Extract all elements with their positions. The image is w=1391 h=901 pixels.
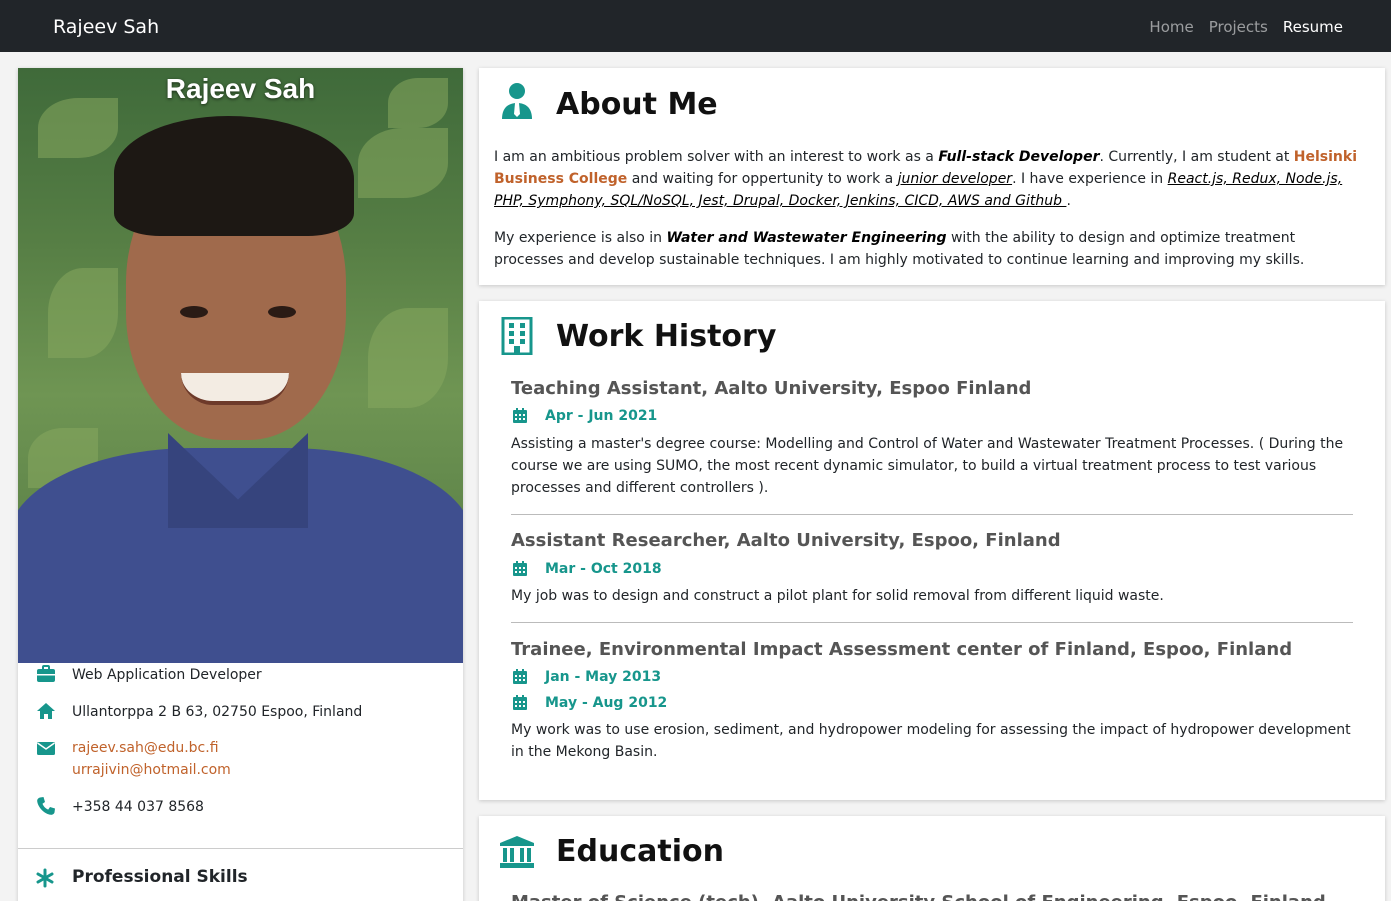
calendar-icon	[513, 695, 527, 710]
phone-row: +358 44 037 8568	[18, 796, 463, 820]
brand-link[interactable]: Rajeev Sah	[53, 15, 159, 39]
email-secondary-link[interactable]: urrajivin@hotmail.com	[72, 759, 231, 781]
home-icon	[37, 703, 55, 719]
job-description: My job was to design and construct a pil…	[511, 588, 1164, 604]
email-primary-link[interactable]: rajeev.sah@edu.bc.fi	[72, 737, 219, 759]
email-row: rajeev.sah@edu.bc.fi urrajivin@hotmail.c…	[18, 736, 463, 782]
about-text-2: . Currently, I am student at	[1099, 149, 1294, 165]
nav-projects-link[interactable]: Projects	[1209, 17, 1268, 37]
profile-card: Rajeev Sah Web Application Developer Ull…	[18, 68, 463, 901]
about-text-1: I am an ambitious problem solver with an…	[494, 149, 939, 165]
about-card: About Me I am an ambitious problem solve…	[479, 68, 1385, 285]
work-history-title: Work History	[556, 319, 777, 354]
about-paragraph-2: My experience is also in Water and Waste…	[494, 227, 1364, 271]
work-history-card: Work History Teaching Assistant, Aalto U…	[479, 301, 1385, 800]
calendar-icon	[513, 408, 527, 423]
education-entry-title: Master of Science (tech), Aalto Universi…	[511, 892, 1326, 901]
job-date-text: Apr - Jun 2021	[545, 408, 658, 424]
top-navbar: Rajeev Sah Home Projects Resume	[0, 0, 1391, 52]
profile-divider	[18, 848, 463, 849]
about-text-5: .	[1066, 193, 1071, 209]
education-title: Education	[556, 834, 724, 869]
calendar-icon	[513, 561, 527, 576]
about-text-3: and waiting for oppertunity to work a	[627, 171, 898, 187]
job-description: Assisting a master's degree course: Mode…	[511, 436, 1344, 496]
job-title: Assistant Researcher, Aalto University, …	[511, 530, 1061, 551]
calendar-icon	[513, 669, 527, 684]
profile-photo: Rajeev Sah	[18, 68, 463, 663]
nav-home-link[interactable]: Home	[1149, 17, 1193, 37]
job-date-text: May - Aug 2012	[545, 695, 668, 711]
university-icon	[500, 836, 534, 868]
job-title: Trainee, Environmental Impact Assessment…	[511, 639, 1293, 660]
skills-heading: Professional Skills	[72, 867, 248, 887]
user-tie-icon	[502, 83, 532, 119]
nav-resume-link[interactable]: Resume	[1283, 17, 1343, 37]
about-text-6: My experience is also in	[494, 230, 667, 246]
about-title: About Me	[556, 87, 718, 122]
job-divider	[511, 514, 1353, 515]
envelope-icon	[37, 742, 55, 755]
asterisk-icon	[36, 868, 54, 888]
address-text: Ullantorppa 2 B 63, 02750 Espoo, Finland	[72, 704, 363, 720]
about-text-4: . I have experience in	[1012, 171, 1168, 187]
job-divider	[511, 622, 1353, 623]
about-junior-text: junior developer	[897, 171, 1013, 187]
about-role-text: Full-stack Developer	[938, 149, 1100, 165]
phone-text: +358 44 037 8568	[72, 799, 204, 815]
building-icon	[501, 317, 533, 355]
about-field-text: Water and Wastewater Engineering	[666, 230, 947, 246]
job-date-text: Mar - Oct 2018	[545, 561, 662, 577]
briefcase-icon	[37, 665, 55, 682]
education-card: Education Master of Science (tech), Aalt…	[479, 816, 1385, 901]
profile-name: Rajeev Sah	[165, 73, 316, 104]
job-description: My work was to use erosion, sediment, an…	[511, 722, 1351, 760]
about-paragraph-1: I am an ambitious problem solver with an…	[494, 146, 1364, 212]
address-row: Ullantorppa 2 B 63, 02750 Espoo, Finland	[18, 700, 463, 724]
role-row: Web Application Developer	[18, 664, 463, 688]
role-text: Web Application Developer	[72, 667, 262, 683]
job-date-text: Jan - May 2013	[545, 669, 662, 685]
nav-links: Home Projects Resume	[1149, 17, 1343, 37]
phone-icon	[37, 797, 55, 815]
job-title: Teaching Assistant, Aalto University, Es…	[511, 378, 1032, 399]
